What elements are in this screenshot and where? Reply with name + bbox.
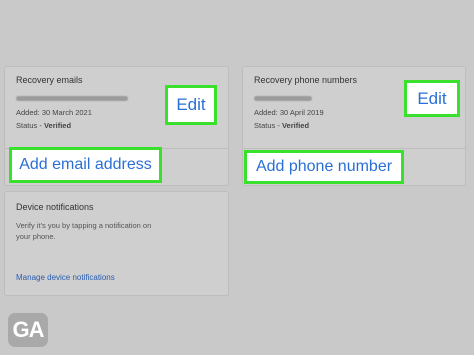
device-notifications-card: Device notifications Verify it's you by … [4,191,229,296]
add-phone-number-button[interactable]: Add phone number [244,150,404,184]
recovery-email-added: Added: 30 March 2021 [16,108,92,117]
recovery-email-address-redacted [16,96,128,101]
ga-logo: GA [8,313,48,347]
device-notifications-description-line1: Verify it's you by tapping a notificatio… [16,221,152,230]
manage-device-notifications-link[interactable]: Manage device notifications [16,273,115,282]
recovery-email-status-value: Verified [43,121,72,130]
recovery-emails-title: Recovery emails [16,75,83,85]
recovery-phone-title: Recovery phone numbers [254,75,358,85]
recovery-email-status-prefix: Status - [16,121,44,130]
recovery-phone-number-redacted [254,96,312,101]
recovery-phone-status-value: Verified [281,121,310,130]
recovery-phone-divider [243,148,465,149]
device-notifications-title: Device notifications [16,202,94,212]
add-email-address-button[interactable]: Add email address [9,147,162,183]
device-notifications-description-line2: your phone. [16,232,56,241]
recovery-phone-edit-button[interactable]: Edit [404,80,460,117]
recovery-phone-status: Status - Verified [254,122,309,130]
recovery-phone-status-prefix: Status - [254,121,282,130]
recovery-email-edit-button[interactable]: Edit [165,85,217,125]
recovery-phone-added: Added: 30 April 2019 [254,108,324,117]
recovery-email-status: Status - Verified [16,122,71,130]
